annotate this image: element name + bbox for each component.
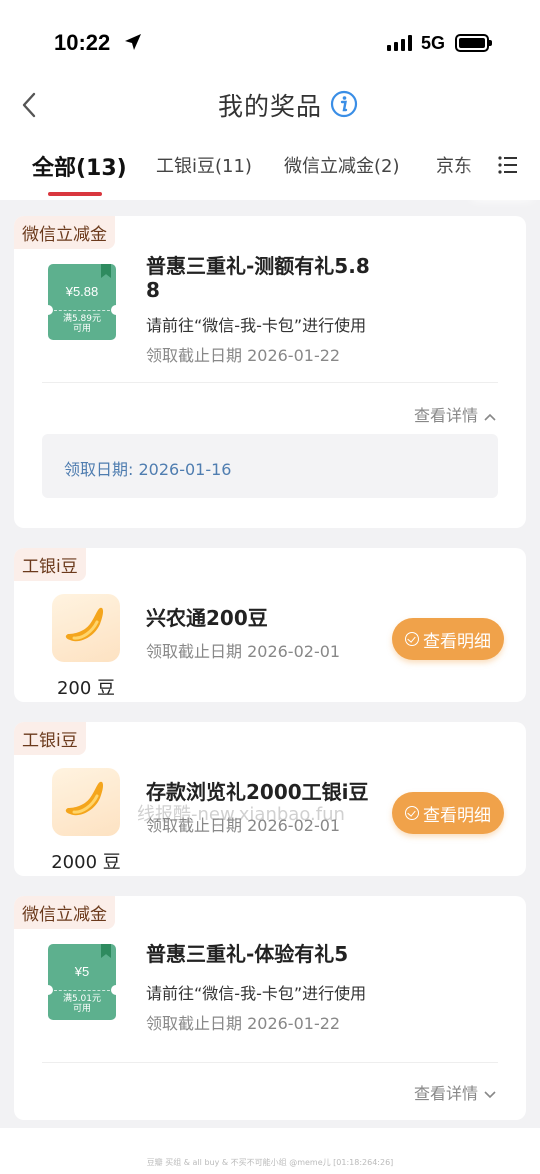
coupon-usable: 可用 [72,1004,91,1014]
chevron-down-icon [484,1084,496,1103]
page-title: 我的奖品 [217,92,322,121]
coupon-usable: 可用 [72,324,91,334]
view-statement-button[interactable]: 查看明细 [392,792,504,834]
prize-tag: 微信立减金 [14,896,115,929]
prize-card: 工银i豆 200 豆 兴农通200豆 领取截止日期 2026-02-01 查看明… [14,548,526,702]
bean-quantity: 2000 豆 [51,852,121,873]
coupon-condition: 满5.89元 [62,314,102,324]
bookmark-icon [101,944,111,958]
divider [42,1062,498,1063]
tab-wechat-discount[interactable]: 微信立减金(2) [284,152,400,178]
footer-caption: 豆瓣 买组 & all buy & 不买不可能小组 @meme儿 [01:18:… [146,1158,394,1167]
category-tabs: 全部(13) 工银i豆(11) 微信立减金(2) 京东 [0,130,540,200]
view-details-toggle[interactable]: 查看详情 [414,402,496,426]
battery-icon [455,34,492,52]
divider [42,382,498,383]
status-time: 10:22 [54,30,111,55]
tabs-menu-button[interactable] [480,130,540,200]
status-bar: 10:22 5G [0,0,540,80]
check-circle-icon [405,632,419,646]
bean-image [52,594,120,662]
bean-quantity: 200 豆 [56,678,116,699]
receive-date-panel: 领取日期: 2026-01-16 [42,434,498,498]
receive-date: 领取日期: 2026-01-16 [64,460,232,479]
coupon-amount: ¥5.88 [65,284,99,299]
prize-card: 工银i豆 2000 豆 存款浏览礼2000工银i豆 领取截止日期 2026-02… [14,722,526,876]
prize-card: 微信立减金 ¥5.88 满5.89元 可用 普惠三重礼-测额有礼5.8 8 请前往… [14,216,526,528]
bean-icon [65,781,104,816]
network-label: 5G [421,33,446,53]
bookmark-icon [101,264,111,278]
check-circle-icon [405,806,419,820]
watermark: 线报酷-new.xianbao.fun [137,804,345,825]
prize-expire: 领取截止日期 2026-01-22 [146,346,341,365]
coupon-image: ¥5.88 满5.89元 可用 [43,264,121,340]
signal-icon [387,35,412,51]
prize-usage: 请前往“微信-我-卡包”进行使用 [146,316,367,335]
view-details-toggle[interactable]: 查看详情 [414,1080,496,1104]
prize-expire: 领取截止日期 2026-02-01 [146,642,341,661]
prize-title: 兴农通200豆 [146,606,268,630]
coupon-amount: ¥5 [74,964,90,979]
prize-tag: 工银i豆 [14,722,86,755]
prize-usage: 请前往“微信-我-卡包”进行使用 [146,984,367,1003]
prize-title: 普惠三重礼-体验有礼5 [146,942,349,966]
tab-all[interactable]: 全部(13) [32,150,127,182]
list-menu-icon [498,156,517,174]
prize-expire: 领取截止日期 2026-01-22 [146,1014,341,1033]
coupon-image: ¥5 满5.01元 可用 [43,944,121,1020]
prize-tag: 工银i豆 [14,548,86,581]
nav-bar: 我的奖品 [0,80,540,130]
tab-jd[interactable]: 京东 [436,152,472,178]
chevron-up-icon [484,406,496,425]
location-arrow-icon [125,34,141,50]
tab-active-indicator [48,192,102,196]
prize-card: 微信立减金 ¥5 满5.01元 可用 普惠三重礼-体验有礼5 请前往“微信-我-卡… [14,896,526,1120]
prize-title: 普惠三重礼-测额有礼5.8 8 [146,254,370,302]
bean-image [52,768,120,836]
coupon-condition: 满5.01元 [62,994,102,1004]
footer: 豆瓣 买组 & all buy & 不买不可能小组 @meme儿 [01:18:… [0,1128,540,1174]
view-statement-button[interactable]: 查看明细 [392,618,504,660]
prize-tag: 微信立减金 [14,216,115,249]
info-icon[interactable] [330,90,358,118]
bean-icon [65,607,104,642]
tab-icbc-beans[interactable]: 工银i豆(11) [156,152,252,178]
